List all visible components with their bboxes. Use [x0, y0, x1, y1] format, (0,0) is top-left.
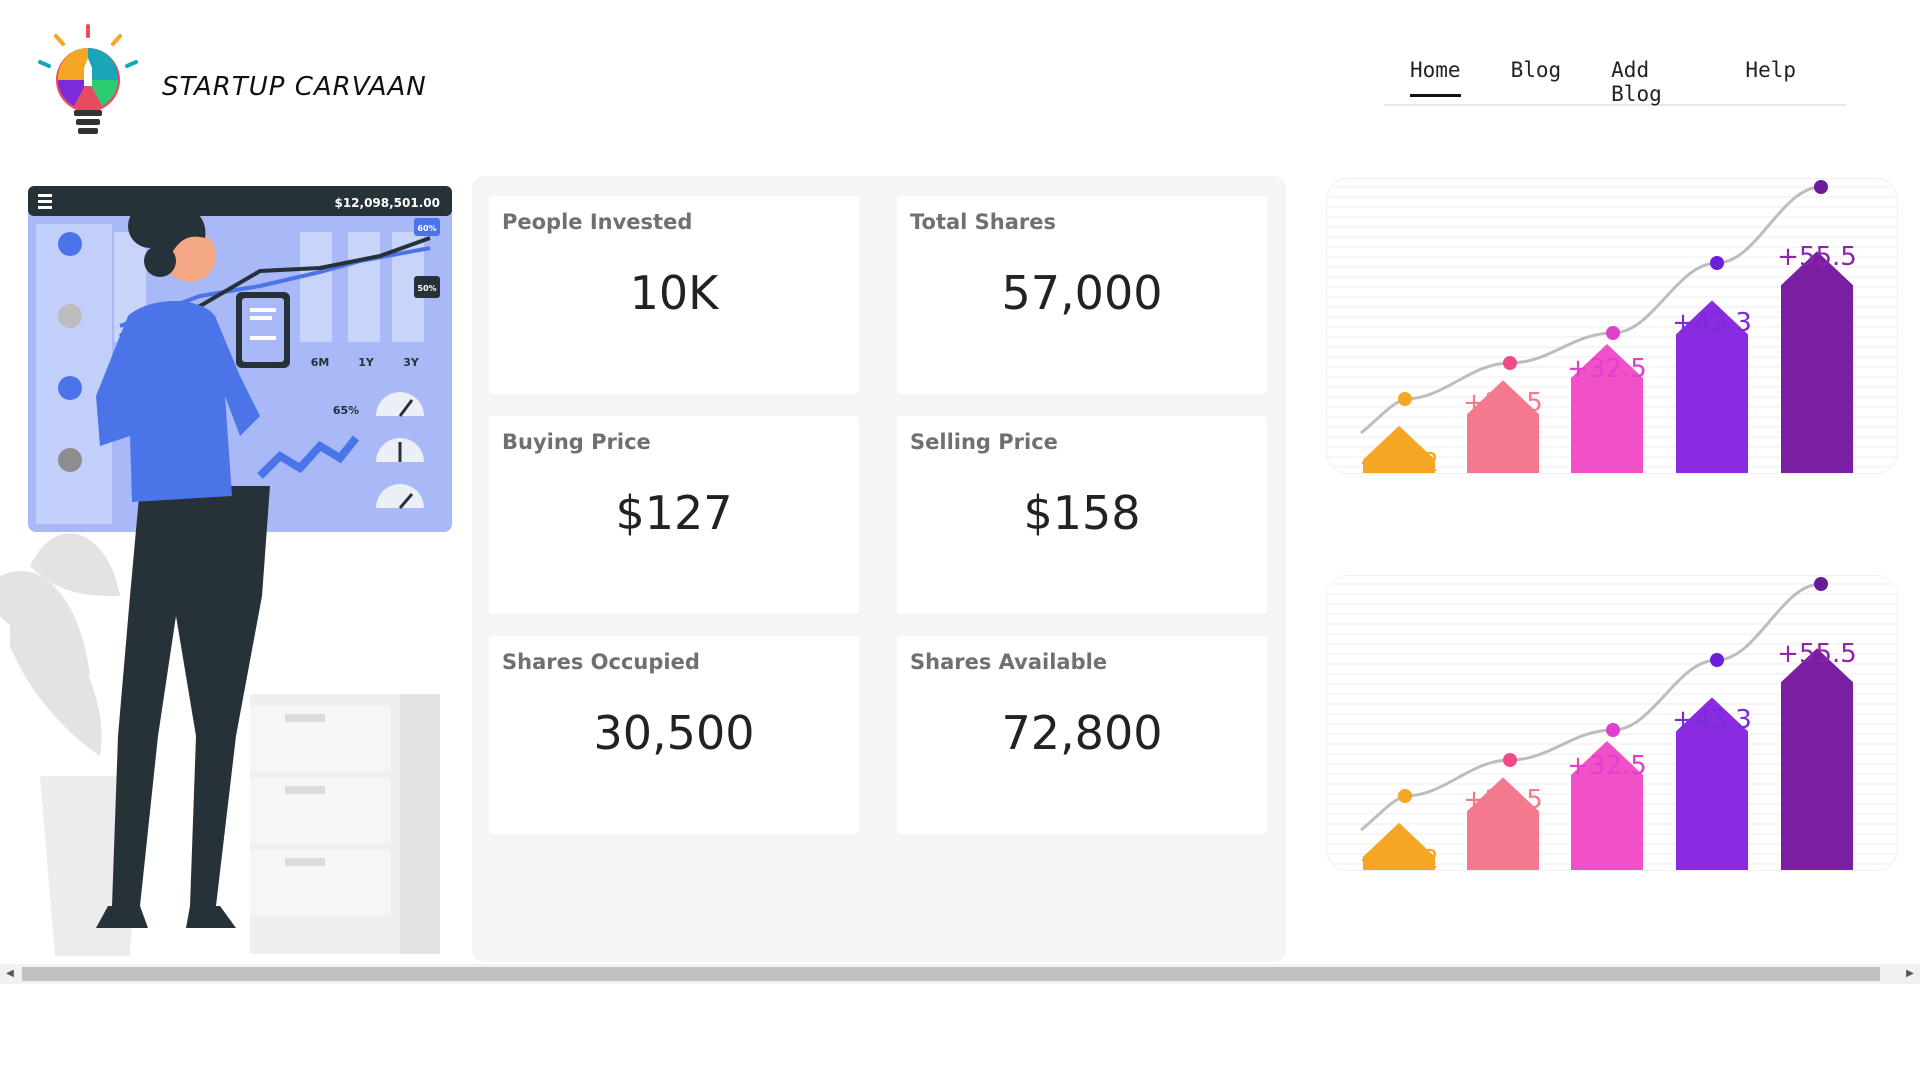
stat-card-total-shares: Total Shares 57,000: [897, 196, 1267, 394]
trend-point: [1503, 356, 1517, 370]
trend-point: [1814, 180, 1828, 194]
stat-value: $127: [615, 486, 733, 540]
badge-mid: 50%: [417, 284, 436, 293]
data-label: +23.5: [1463, 388, 1543, 418]
data-label: +23.5: [1463, 785, 1543, 815]
growth-chart-bottom: +12.2 +23.5 +32.5 +43.3 +55.5: [1326, 575, 1898, 871]
data-label: +12.2: [1359, 845, 1439, 871]
stat-label: Buying Price: [502, 430, 651, 454]
cabinet-illustration: [250, 694, 440, 954]
screen-amount: $12,098,501.00: [334, 196, 440, 210]
trend-point: [1814, 577, 1828, 591]
range-label-3y: 3Y: [403, 356, 420, 369]
scroll-right-icon[interactable]: ▶: [1900, 964, 1920, 984]
stat-card-buying-price: Buying Price $127: [489, 416, 859, 614]
investor-illustration: $12,098,501.00 60% 50% 6M 1Y 3Y 65%: [0, 186, 452, 956]
data-label: +12.2: [1359, 448, 1439, 474]
data-label: +43.3: [1672, 705, 1752, 735]
stat-card-shares-available: Shares Available 72,800: [897, 636, 1267, 834]
stat-label: People Invested: [502, 210, 693, 234]
data-label: +55.5: [1777, 242, 1857, 272]
nav-help[interactable]: Help: [1745, 58, 1796, 94]
brand-name[interactable]: STARTUP CARVAAN: [162, 72, 427, 102]
nav-add-blog[interactable]: Add Blog: [1611, 58, 1695, 118]
data-label: +43.3: [1672, 308, 1752, 338]
stat-card-people-invested: People Invested 10K: [489, 196, 859, 394]
growth-chart-top: +12.2 +23.5 +32.5 +43.3 +55.5: [1326, 178, 1898, 474]
chart-bar: [1781, 648, 1853, 870]
range-label-6m: 6M: [311, 356, 330, 369]
growth-chart-svg: +12.2 +23.5 +32.5 +43.3 +55.5: [1327, 577, 1897, 871]
data-label: +55.5: [1777, 639, 1857, 669]
stat-label: Shares Available: [910, 650, 1108, 674]
chart-bar: [1781, 251, 1853, 473]
gauge-percent: 65%: [333, 404, 359, 417]
stat-value: 57,000: [1001, 266, 1163, 320]
stat-value: 72,800: [1001, 706, 1163, 760]
trend-point: [1606, 326, 1620, 340]
trend-point: [1710, 653, 1724, 667]
nav-blog[interactable]: Blog: [1511, 58, 1562, 94]
horizontal-scrollbar[interactable]: ◀ ▶: [0, 964, 1920, 984]
logo-lightbulb-icon[interactable]: [34, 22, 142, 144]
nav-home[interactable]: Home: [1410, 58, 1461, 97]
range-label-1y: 1Y: [358, 356, 375, 369]
stat-value: 10K: [629, 266, 719, 320]
scroll-left-icon[interactable]: ◀: [0, 964, 20, 984]
stat-card-shares-occupied: Shares Occupied 30,500: [489, 636, 859, 834]
stat-card-selling-price: Selling Price $158: [897, 416, 1267, 614]
trend-point: [1398, 789, 1412, 803]
stat-label: Shares Occupied: [502, 650, 700, 674]
stat-label: Total Shares: [910, 210, 1057, 234]
trend-point: [1398, 392, 1412, 406]
data-label: +32.5: [1567, 354, 1647, 384]
stat-label: Selling Price: [910, 430, 1058, 454]
trend-point: [1606, 723, 1620, 737]
growth-chart-svg: +12.2 +23.5 +32.5 +43.3 +55.5: [1327, 180, 1897, 474]
stat-value: $158: [1023, 486, 1141, 540]
scrollbar-thumb[interactable]: [22, 967, 1880, 981]
header: STARTUP CARVAAN Home Blog Add Blog Help: [0, 0, 1920, 160]
data-label: +32.5: [1567, 751, 1647, 781]
stats-panel: People Invested 10K Total Shares 57,000 …: [472, 176, 1286, 962]
trend-point: [1503, 753, 1517, 767]
badge-top: 60%: [417, 224, 436, 233]
trend-point: [1710, 256, 1724, 270]
stat-value: 30,500: [593, 706, 755, 760]
main-nav: Home Blog Add Blog Help: [1384, 58, 1846, 106]
